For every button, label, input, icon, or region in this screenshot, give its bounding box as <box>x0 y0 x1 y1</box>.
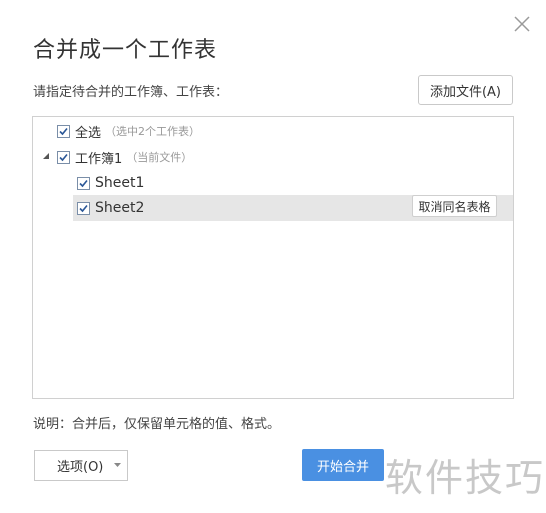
close-button[interactable] <box>512 14 532 34</box>
tree-row-select-all[interactable]: 全选 （选中2个工作表） <box>57 119 200 143</box>
tree-row-sheet1[interactable]: Sheet1 <box>77 171 144 195</box>
select-all-note: （选中2个工作表） <box>105 125 201 138</box>
add-file-button[interactable]: 添加文件(A) <box>418 75 513 105</box>
tree-row-workbook[interactable]: 工作簿1 （当前文件） <box>39 145 192 169</box>
expand-toggle[interactable] <box>39 150 53 164</box>
checkmark-icon <box>59 153 68 161</box>
triangle-expanded-icon <box>43 153 49 159</box>
checkmark-icon <box>79 179 88 187</box>
checkmark-icon <box>79 204 88 212</box>
merge-dialog: 合并成一个工作表 请指定待合并的工作簿、工作表： 添加文件(A) 全选 （选中2… <box>0 0 546 513</box>
dialog-title: 合并成一个工作表 <box>33 38 218 63</box>
chevron-down-icon <box>114 463 121 467</box>
dialog-subtitle: 请指定待合并的工作簿、工作表： <box>33 85 229 100</box>
options-dropdown[interactable]: 选项(O) <box>34 450 128 481</box>
workbook-checkbox[interactable] <box>57 150 70 164</box>
sheet2-label: Sheet2 <box>95 200 145 216</box>
merge-note: 说明：合并后，仅保留单元格的值、格式。 <box>33 417 281 432</box>
select-all-label: 全选 <box>75 125 102 141</box>
options-label: 选项(O) <box>57 460 104 475</box>
sheet1-label: Sheet1 <box>95 175 145 191</box>
checkmark-icon <box>59 127 68 135</box>
sheet1-checkbox[interactable] <box>77 176 90 190</box>
workbook-label: 工作簿1 <box>75 151 123 167</box>
workbook-note: （当前文件） <box>126 151 193 164</box>
close-icon <box>514 16 530 32</box>
sheet-tree: 全选 （选中2个工作表） 工作簿1 （当前文件） Sheet1 Sheet2 <box>32 116 514 399</box>
watermark-text: 软件技巧 <box>385 444 546 504</box>
cancel-same-name-button[interactable]: 取消同名表格 <box>412 195 497 217</box>
sheet2-checkbox[interactable] <box>77 201 90 215</box>
start-merge-button[interactable]: 开始合并 <box>302 449 384 481</box>
select-all-checkbox[interactable] <box>57 124 70 138</box>
